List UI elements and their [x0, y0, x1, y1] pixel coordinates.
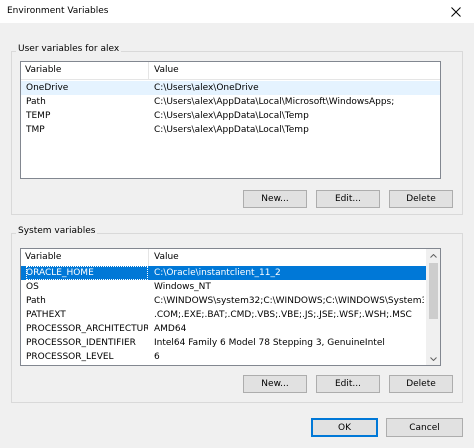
list-item[interactable]: TEMP C:\Users\alex\AppData\Local\Temp [21, 109, 440, 123]
user-variables-header: Variable Value [21, 62, 440, 80]
list-item[interactable]: OneDrive C:\Users\alex\OneDrive [21, 81, 440, 95]
scroll-up-button[interactable] [427, 249, 440, 262]
list-item[interactable]: TMP C:\Users\alex\AppData\Local\Temp [21, 123, 440, 137]
system-new-button[interactable]: New... [243, 375, 307, 393]
close-icon [450, 7, 461, 17]
list-item[interactable]: PATHEXT .COM;.EXE;.BAT;.CMD;.VBS;.VBE;.J… [21, 308, 426, 322]
close-button[interactable] [437, 0, 474, 24]
column-header-value[interactable]: Value [150, 249, 426, 266]
list-item[interactable]: PROCESSOR_LEVEL 6 [21, 350, 426, 364]
list-item[interactable]: PROCESSOR_IDENTIFIER Intel64 Family 6 Mo… [21, 336, 426, 350]
scrollbar-thumb[interactable] [429, 263, 438, 319]
column-header-variable[interactable]: Variable [21, 62, 149, 79]
list-item[interactable]: PROCESSOR_ARCHITECTURE AMD64 [21, 322, 426, 336]
window-title: Environment Variables [7, 6, 109, 16]
list-item[interactable]: Path C:\WINDOWS\system32;C:\WINDOWS;C:\W… [21, 294, 426, 308]
system-edit-button[interactable]: Edit... [316, 375, 380, 393]
cancel-button[interactable]: Cancel [386, 418, 463, 437]
list-item[interactable]: ORACLE_HOME C:\Oracle\instantclient_11_2 [21, 266, 426, 280]
list-item[interactable]: Path C:\Users\alex\AppData\Local\Microso… [21, 95, 440, 109]
system-variables-list[interactable]: Variable Value ORACLE_HOME C:\Oracle\ins… [20, 248, 441, 366]
user-variables-label: User variables for alex [16, 44, 122, 54]
system-variables-header: Variable Value [21, 249, 440, 267]
ok-button[interactable]: OK [311, 418, 378, 437]
vertical-scrollbar[interactable] [426, 249, 440, 365]
user-variables-list[interactable]: Variable Value OneDrive C:\Users\alex\On… [20, 61, 441, 179]
column-header-variable[interactable]: Variable [21, 249, 149, 266]
user-new-button[interactable]: New... [243, 190, 307, 208]
column-header-value[interactable]: Value [150, 62, 440, 79]
chevron-up-icon [430, 253, 437, 258]
user-delete-button[interactable]: Delete [389, 190, 453, 208]
list-item[interactable]: OS Windows_NT [21, 280, 426, 294]
system-variables-label: System variables [16, 226, 98, 236]
title-bar: Environment Variables [0, 0, 474, 24]
chevron-down-icon [430, 356, 437, 361]
environment-variables-dialog: Environment Variables User variables for… [0, 0, 474, 448]
user-edit-button[interactable]: Edit... [316, 190, 380, 208]
scroll-down-button[interactable] [427, 352, 440, 365]
system-delete-button[interactable]: Delete [389, 375, 453, 393]
